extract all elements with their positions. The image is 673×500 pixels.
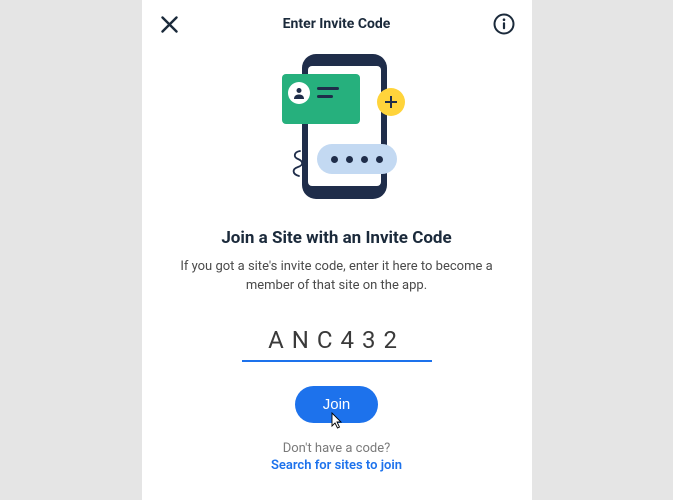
close-icon[interactable] (156, 10, 184, 38)
modal-header: Enter Invite Code (142, 0, 532, 48)
join-button-label: Join (323, 396, 351, 413)
plus-icon (377, 88, 405, 116)
invite-code-input[interactable] (242, 322, 432, 362)
message-bubble-icon (317, 144, 397, 174)
avatar-icon (288, 82, 310, 104)
section-heading: Join a Site with an Invite Code (221, 228, 451, 248)
modal-footer: Don't have a code? Search for sites to j… (271, 441, 402, 473)
modal-title: Enter Invite Code (283, 16, 391, 32)
scribble-icon (287, 149, 313, 179)
info-icon[interactable] (490, 10, 518, 38)
no-code-text: Don't have a code? (271, 441, 402, 456)
invite-code-modal: Enter Invite Code Join a Site with an In… (142, 0, 532, 500)
join-button[interactable]: Join (295, 386, 379, 423)
phone-illustration (247, 54, 427, 204)
cursor-icon (330, 412, 344, 430)
search-sites-link[interactable]: Search for sites to join (271, 458, 402, 473)
section-description: If you got a site's invite code, enter i… (142, 258, 532, 296)
